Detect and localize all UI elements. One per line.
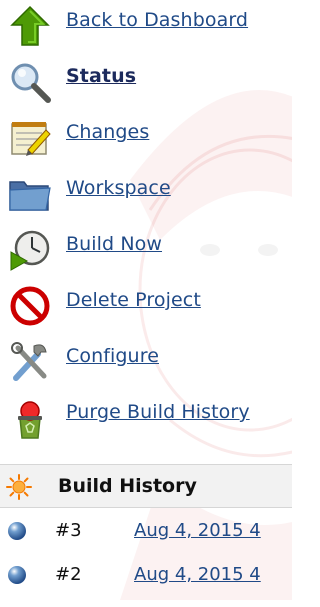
build-row: #3 Aug 4, 2015 4: [0, 508, 292, 552]
blue-ball-icon: [8, 566, 26, 584]
task-back-to-dashboard[interactable]: Back to Dashboard: [0, 0, 292, 56]
build-history-header: Build History: [0, 464, 292, 508]
build-history-title: Build History: [58, 475, 197, 497]
sun-icon: [6, 474, 32, 500]
task-label[interactable]: Purge Build History: [66, 401, 250, 423]
tools-icon[interactable]: [8, 340, 52, 384]
task-label[interactable]: Workspace: [66, 177, 171, 199]
no-entry-icon[interactable]: [8, 284, 52, 328]
build-row: #2 Aug 4, 2015 4: [0, 552, 292, 596]
task-configure[interactable]: Configure: [0, 336, 292, 392]
magnifier-icon[interactable]: [8, 60, 52, 104]
task-label[interactable]: Build Now: [66, 233, 162, 255]
build-date-link[interactable]: Aug 4, 2015 4: [134, 564, 261, 585]
task-label[interactable]: Delete Project: [66, 289, 201, 311]
jenkins-side-panel-screen: Back to Dashboard Status Changes Workspa…: [0, 0, 292, 607]
task-label[interactable]: Status: [66, 65, 136, 87]
task-status[interactable]: Status: [0, 56, 292, 112]
blue-ball-icon: [8, 522, 26, 540]
build-history-widget: Build History #3 Aug 4, 2015 4 #2 Aug 4,…: [0, 464, 292, 607]
task-build-now[interactable]: Build Now: [0, 224, 292, 280]
notepad-icon[interactable]: [8, 116, 52, 160]
build-number: #2: [55, 564, 82, 585]
clock-play-icon[interactable]: [8, 228, 52, 272]
folder-icon[interactable]: [8, 172, 52, 216]
task-purge-build-history[interactable]: Purge Build History: [0, 392, 292, 448]
build-number: #3: [55, 520, 82, 541]
task-delete-project[interactable]: Delete Project: [0, 280, 292, 336]
recycle-bin-icon[interactable]: [8, 396, 52, 440]
up-arrow-icon[interactable]: [8, 4, 52, 48]
task-label[interactable]: Changes: [66, 121, 149, 143]
task-changes[interactable]: Changes: [0, 112, 292, 168]
task-workspace[interactable]: Workspace: [0, 168, 292, 224]
build-date-link[interactable]: Aug 4, 2015 4: [134, 520, 261, 541]
task-label[interactable]: Configure: [66, 345, 159, 367]
task-label[interactable]: Back to Dashboard: [66, 9, 248, 31]
